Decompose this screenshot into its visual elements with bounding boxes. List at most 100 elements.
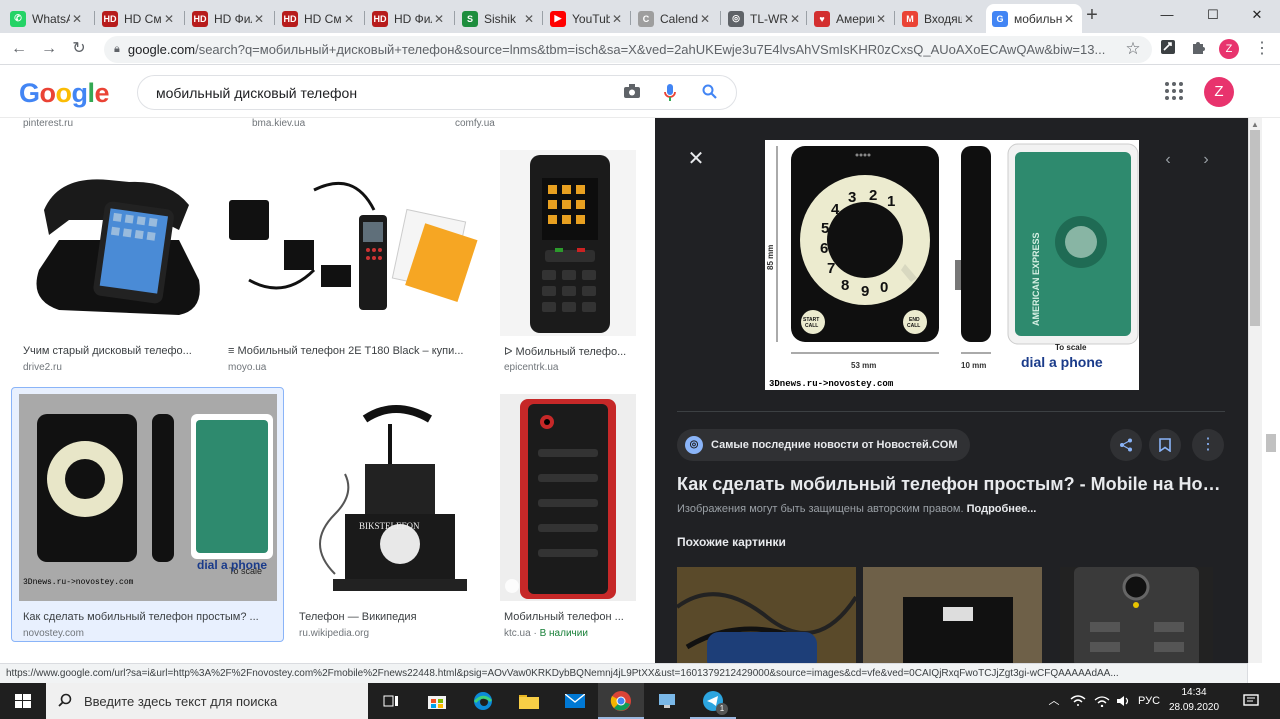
close-tab-icon[interactable]: ✕ xyxy=(522,12,536,26)
bookmark-star-icon[interactable]: ☆ xyxy=(1123,39,1143,59)
result-title[interactable]: ≡ Мобильный телефон 2E T180 Black – купи… xyxy=(228,345,480,357)
image-result-card[interactable]: Мобильный телефон ... ktc.ua · В наличии xyxy=(500,394,636,644)
page-scrollbar[interactable]: ▲ xyxy=(1248,118,1280,663)
close-tab-icon[interactable]: ✕ xyxy=(788,12,802,26)
extension-ext-icon[interactable] xyxy=(1158,39,1178,59)
image-result-card[interactable]: ᐅ Мобильный телефо... epicentrk.ua xyxy=(500,150,636,375)
previous-image-icon[interactable]: ‹ xyxy=(1158,150,1178,170)
network-icon[interactable] xyxy=(1068,683,1088,719)
browser-menu-icon[interactable]: ⋮ xyxy=(1252,39,1272,59)
close-tab-icon[interactable]: ✕ xyxy=(252,12,266,26)
image-result-card[interactable]: ≡ Мобильный телефон 2E T180 Black – купи… xyxy=(224,150,482,375)
browser-tab[interactable]: S Sishik ✕ xyxy=(456,4,542,33)
image-result-card[interactable]: BIKSTELEFON Телефон — Википедия ru.wikip… xyxy=(295,394,481,644)
scrollbar-thumb[interactable] xyxy=(1250,130,1260,326)
computer-icon[interactable] xyxy=(644,683,690,719)
telegram-icon[interactable]: 1 xyxy=(690,683,736,719)
back-button[interactable]: ← xyxy=(8,38,30,60)
related-image[interactable] xyxy=(863,567,1042,663)
task-view-icon[interactable] xyxy=(368,683,414,719)
share-icon[interactable] xyxy=(1110,429,1142,461)
close-tab-icon[interactable]: ✕ xyxy=(874,12,888,26)
browser-tab[interactable]: M Входящие✕ xyxy=(896,4,982,33)
google-logo[interactable]: Google xyxy=(19,78,110,109)
close-window-button[interactable]: ✕ xyxy=(1234,0,1280,30)
source-chip[interactable]: ◎ Самые последние новости от Новостей.CO… xyxy=(677,429,970,461)
wifi-icon[interactable] xyxy=(1092,683,1112,719)
close-tab-icon[interactable]: ✕ xyxy=(342,12,356,26)
extensions-puzzle-icon[interactable] xyxy=(1188,39,1208,59)
related-image[interactable] xyxy=(1060,567,1213,663)
result-title[interactable]: Учим старый дисковый телефо... xyxy=(23,345,203,357)
close-tab-icon[interactable]: ✕ xyxy=(698,12,712,26)
image-thumbnail[interactable] xyxy=(224,150,482,336)
browser-tab[interactable]: ♥ Америка✕ xyxy=(808,4,894,33)
result-title[interactable]: ᐅ Мобильный телефо... xyxy=(504,345,634,358)
secondary-scrollbar-thumb[interactable] xyxy=(1266,434,1276,452)
taskbar-search-box[interactable]: Введите здесь текст для поиска xyxy=(46,683,368,719)
volume-icon[interactable] xyxy=(1114,683,1134,719)
image-result-card-selected[interactable]: To scale dial a phone 3Dnews.ru->novoste… xyxy=(11,387,284,642)
result-title[interactable]: Телефон — Википедия xyxy=(299,611,479,623)
windows-start-icon[interactable] xyxy=(0,683,46,719)
image-thumbnail[interactable] xyxy=(500,150,636,336)
close-tab-icon[interactable]: ✕ xyxy=(432,12,446,26)
image-thumbnail[interactable] xyxy=(500,394,636,601)
scroll-up-icon[interactable]: ▲ xyxy=(1248,120,1262,129)
file-explorer-icon[interactable] xyxy=(506,683,552,719)
preview-image[interactable]: 1 2 3 4 5 6 7 8 9 0 START CALL END CALL … xyxy=(765,140,1139,390)
profile-avatar[interactable]: Z xyxy=(1219,39,1239,59)
result-title[interactable]: Мобильный телефон ... xyxy=(504,611,634,623)
minimize-button[interactable]: — xyxy=(1144,0,1190,30)
image-result-card[interactable]: Учим старый дисковый телефо... drive2.ru xyxy=(19,150,205,375)
result-source[interactable]: comfy.ua xyxy=(455,118,495,129)
close-tab-icon[interactable]: ✕ xyxy=(1062,12,1076,26)
show-hidden-icons-icon[interactable]: ︿ xyxy=(1044,683,1064,719)
microphone-icon[interactable] xyxy=(660,84,680,104)
taskbar-clock[interactable]: 14:34 28.09.2020 xyxy=(1162,685,1226,715)
close-tab-icon[interactable]: ✕ xyxy=(70,12,84,26)
more-info-link[interactable]: Подробнее... xyxy=(967,503,1037,515)
google-account-avatar[interactable]: Z xyxy=(1204,77,1234,107)
google-apps-icon[interactable] xyxy=(1165,82,1183,100)
close-tab-icon[interactable]: ✕ xyxy=(162,12,176,26)
forward-button[interactable]: → xyxy=(38,38,60,60)
result-title[interactable]: Как сделать мобильный телефон простым? .… xyxy=(23,611,275,623)
image-thumbnail[interactable] xyxy=(19,150,205,336)
search-input[interactable] xyxy=(156,83,596,103)
related-image[interactable] xyxy=(677,567,856,663)
close-tab-icon[interactable]: ✕ xyxy=(610,12,624,26)
save-bookmark-icon[interactable] xyxy=(1149,429,1181,461)
browser-tab[interactable]: HD HD Смотреть✕ xyxy=(276,4,362,33)
result-source[interactable]: bma.kiev.ua xyxy=(252,118,305,129)
browser-tab[interactable]: Gмобильный✕ xyxy=(986,4,1082,33)
mail-icon[interactable] xyxy=(552,683,598,719)
camera-search-icon[interactable] xyxy=(622,84,642,104)
search-icon[interactable] xyxy=(699,84,719,104)
reload-button[interactable]: ↻ xyxy=(68,38,90,60)
browser-tab[interactable]: HD HD Смотреть✕ xyxy=(96,4,182,33)
browser-tab[interactable]: HD HD Фильмы✕ xyxy=(186,4,272,33)
browser-tab[interactable]: C Calendar✕ xyxy=(632,4,718,33)
browser-tab[interactable]: ◎ TL-WR ✕ xyxy=(722,4,808,33)
chrome-icon[interactable] xyxy=(598,683,644,719)
maximize-button[interactable]: ☐ xyxy=(1190,0,1236,30)
browser-tab[interactable]: HD HD Фильмы✕ xyxy=(366,4,452,33)
new-tab-button[interactable]: + xyxy=(1082,5,1102,25)
image-thumbnail[interactable]: To scale dial a phone 3Dnews.ru->novoste… xyxy=(19,394,277,601)
close-tab-icon[interactable]: ✕ xyxy=(962,12,976,26)
browser-tab[interactable]: ▶ YouTube✕ xyxy=(544,4,630,33)
input-language[interactable]: РУС xyxy=(1136,683,1162,719)
action-center-icon[interactable] xyxy=(1236,683,1266,719)
edge-browser-icon[interactable] xyxy=(460,683,506,719)
browser-tab[interactable]: ✆ WhatsApp✕ xyxy=(4,4,90,33)
next-image-icon[interactable]: › xyxy=(1196,150,1216,170)
close-preview-icon[interactable]: ✕ xyxy=(685,148,707,170)
to-scale-label: To scale xyxy=(1055,343,1087,352)
image-thumbnail[interactable]: BIKSTELEFON xyxy=(295,394,481,601)
result-source[interactable]: pinterest.ru xyxy=(23,118,73,129)
address-bar[interactable]: 🔒︎ google.com/search?q=мобильный+дисковы… xyxy=(104,36,1152,63)
microsoft-store-icon[interactable] xyxy=(414,683,460,719)
preview-title[interactable]: Как сделать мобильный телефон простым? -… xyxy=(677,474,1229,495)
more-options-icon[interactable]: ⋮ xyxy=(1192,429,1224,461)
